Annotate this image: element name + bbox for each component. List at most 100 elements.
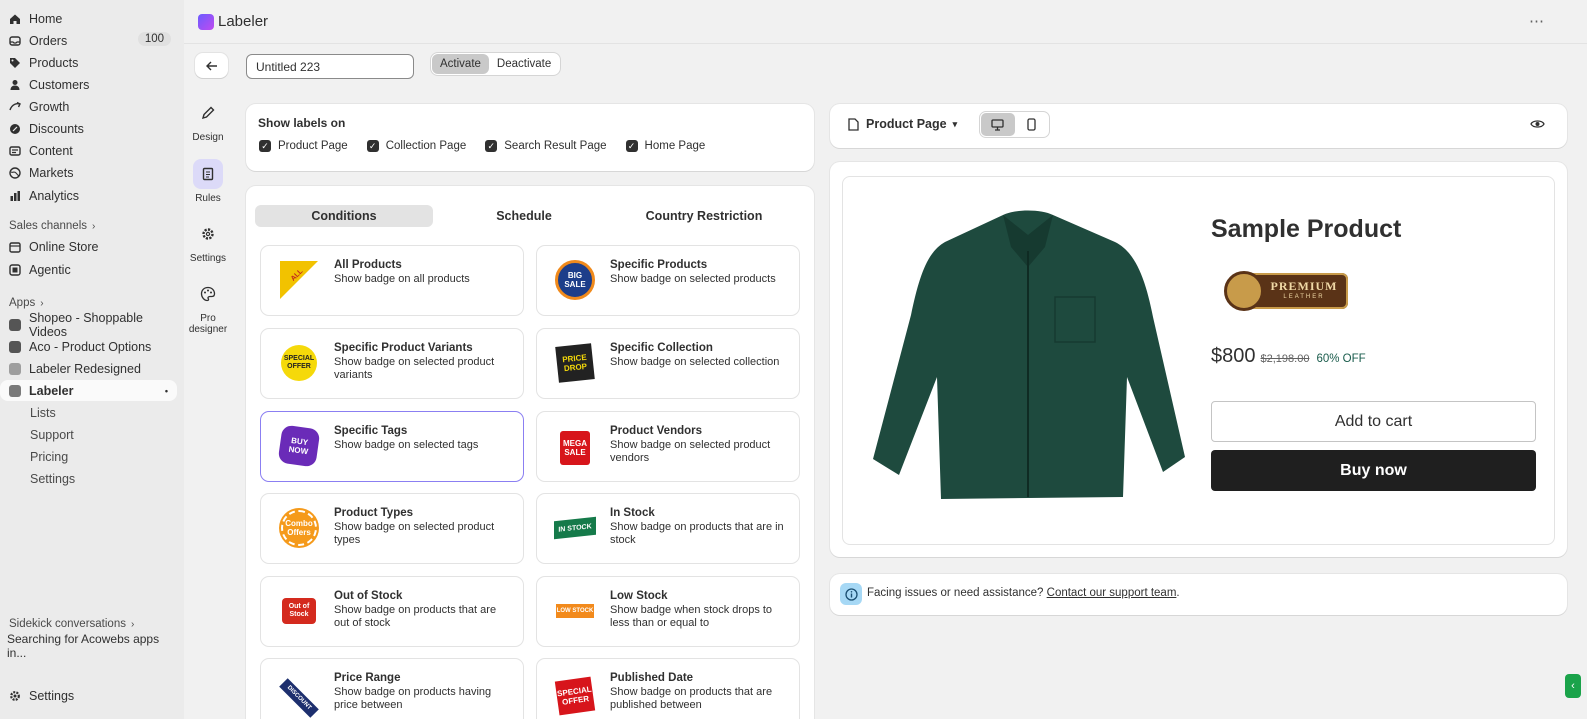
rule-published-date[interactable]: SPECIAL OFFER Published Date Show badge o… bbox=[536, 658, 800, 719]
nav-app-labeler-redesigned[interactable]: Labeler Redesigned bbox=[0, 358, 177, 379]
tab-conditions[interactable]: Conditions bbox=[255, 205, 433, 227]
desktop-view-button[interactable] bbox=[981, 113, 1015, 136]
nav-app-shopeo[interactable]: Shopeo - Shoppable Videos bbox=[0, 311, 177, 339]
label-name-input[interactable] bbox=[246, 54, 414, 79]
checkbox-product-page[interactable]: ✓ Product Page bbox=[259, 140, 348, 152]
device-toggle bbox=[979, 111, 1050, 138]
price-row: $800 $2,198.00 60% OFF bbox=[1211, 345, 1366, 368]
tag-icon bbox=[9, 57, 21, 69]
nav-markets-label: Markets bbox=[29, 165, 74, 180]
checkmark-icon: ✓ bbox=[485, 140, 498, 152]
nav-app-aco-label: Aco - Product Options bbox=[29, 339, 152, 354]
rules-card: Conditions Schedule Country Restriction … bbox=[246, 186, 814, 719]
special-offer-tag-icon: SPECIAL OFFER bbox=[553, 671, 597, 716]
product-title: Sample Product bbox=[1211, 215, 1402, 243]
contact-support-link[interactable]: Contact our support team bbox=[1047, 587, 1177, 599]
support-text-row: Facing issues or need assistance? Contac… bbox=[867, 587, 1180, 599]
pin-icon[interactable]: • bbox=[165, 386, 168, 396]
person-icon bbox=[9, 79, 21, 91]
nav-home-label: Home bbox=[29, 11, 63, 26]
combo-offers-badge-icon: Combo Offers bbox=[277, 506, 321, 550]
nav-discounts[interactable]: Discounts bbox=[0, 118, 177, 139]
nav-online-store-label: Online Store bbox=[29, 239, 99, 254]
support-banner: Facing issues or need assistance? Contac… bbox=[830, 574, 1567, 615]
desktop-icon bbox=[991, 118, 1004, 131]
nav-settings[interactable]: Settings bbox=[0, 685, 177, 706]
rule-specific-product-variants[interactable]: SPECIAL OFFER Specific Product Variants S… bbox=[260, 328, 524, 399]
product-preview-card: Sample Product PREMIUM LEATHER $800 $2,1… bbox=[830, 162, 1567, 557]
tab-country-restriction[interactable]: Country Restriction bbox=[615, 205, 793, 227]
nav-home[interactable]: Home bbox=[0, 8, 177, 29]
rail-design-button[interactable]: Design bbox=[183, 98, 233, 143]
rule-in-stock[interactable]: IN STOCK In Stock Show badge on products… bbox=[536, 493, 800, 564]
rule-out-of-stock[interactable]: Out of Stock Out of Stock Show badge on p… bbox=[260, 576, 524, 647]
sales-channels-heading[interactable]: Sales channels › bbox=[9, 220, 95, 232]
tab-schedule[interactable]: Schedule bbox=[435, 205, 613, 227]
nav-app-labeler[interactable]: Labeler • bbox=[0, 380, 177, 401]
nav-analytics[interactable]: Analytics bbox=[0, 185, 177, 206]
rail-pro-designer-button[interactable]: Pro designer bbox=[183, 279, 233, 335]
rail-designer-label: designer bbox=[188, 324, 228, 335]
all-products-badge-icon: ALL bbox=[277, 258, 321, 302]
nav-sub-pricing[interactable]: Pricing bbox=[0, 446, 177, 467]
page-icon bbox=[848, 117, 859, 131]
inbox-icon bbox=[9, 35, 21, 47]
nav-agentic[interactable]: Agentic bbox=[0, 259, 177, 280]
preview-toolbar-card: Product Page ▾ bbox=[830, 104, 1567, 148]
agentic-icon bbox=[9, 263, 21, 276]
content-icon bbox=[9, 145, 21, 157]
page-type-select[interactable]: Product Page ▾ bbox=[848, 117, 957, 131]
low-stock-badge-icon: LOW STOCK bbox=[553, 589, 597, 633]
checkmark-icon: ✓ bbox=[366, 140, 379, 152]
rule-price-range[interactable]: DISCOUNT Price Range Show badge on produ… bbox=[260, 658, 524, 719]
compare-price: $2,198.00 bbox=[1260, 353, 1310, 365]
pencil-icon bbox=[193, 98, 223, 128]
rule-low-stock[interactable]: LOW STOCK Low Stock Show badge when stoc… bbox=[536, 576, 800, 647]
nav-content[interactable]: Content bbox=[0, 140, 177, 161]
nav-app-aco[interactable]: Aco - Product Options bbox=[0, 336, 177, 357]
rule-specific-collection[interactable]: PRICE DROP Specific Collection Show badge… bbox=[536, 328, 800, 399]
checkbox-home-page[interactable]: ✓ Home Page bbox=[625, 140, 705, 152]
back-button[interactable] bbox=[195, 53, 228, 78]
nav-app-labeler-redesigned-label: Labeler Redesigned bbox=[29, 361, 141, 376]
labeler-logo-icon bbox=[198, 14, 214, 30]
nav-growth[interactable]: Growth bbox=[0, 96, 177, 117]
nav-settings-label: Settings bbox=[29, 688, 75, 703]
home-icon bbox=[9, 13, 21, 25]
deactivate-button[interactable]: Deactivate bbox=[489, 54, 559, 74]
rail-rules-button[interactable]: Rules bbox=[183, 159, 233, 204]
nav-sub-support[interactable]: Support bbox=[0, 424, 177, 445]
activate-button[interactable]: Activate bbox=[432, 54, 489, 74]
nav-customers-label: Customers bbox=[29, 77, 90, 92]
add-to-cart-button[interactable]: Add to cart bbox=[1211, 401, 1536, 442]
nav-customers[interactable]: Customers bbox=[0, 74, 177, 95]
rule-all-products[interactable]: ALL All Products Show badge on all produ… bbox=[260, 245, 524, 316]
nav-products[interactable]: Products bbox=[0, 52, 177, 73]
buy-now-badge-icon: BUY NOW bbox=[277, 424, 321, 468]
nav-online-store[interactable]: Online Store bbox=[0, 236, 177, 257]
mobile-view-button[interactable] bbox=[1015, 113, 1049, 136]
nav-markets[interactable]: Markets bbox=[0, 162, 177, 183]
rule-product-types[interactable]: Combo Offers Product Types Show badge on … bbox=[260, 493, 524, 564]
more-options-icon[interactable]: ⋯ bbox=[1529, 12, 1545, 30]
rule-product-vendors[interactable]: MEGA SALE Product Vendors Show badge on s… bbox=[536, 411, 800, 482]
arrow-left-icon bbox=[205, 61, 217, 70]
rule-specific-products[interactable]: BIG SALE Specific Products Show badge on … bbox=[536, 245, 800, 316]
buy-now-button[interactable]: Buy now bbox=[1211, 450, 1536, 491]
rule-tabs: Conditions Schedule Country Restriction bbox=[255, 205, 800, 227]
nav-sub-settings[interactable]: Settings bbox=[0, 468, 177, 489]
rail-settings-button[interactable]: Settings bbox=[183, 219, 233, 264]
nav-sub-lists[interactable]: Lists bbox=[0, 402, 177, 423]
nav-orders[interactable]: Orders 100 bbox=[0, 30, 177, 51]
checkbox-collection-page[interactable]: ✓ Collection Page bbox=[366, 140, 466, 152]
sidekick-conversation[interactable]: Searching for Acowebs apps in... bbox=[0, 632, 177, 660]
rule-specific-tags[interactable]: BUY NOW Specific Tags Show badge on selec… bbox=[260, 411, 524, 482]
eye-icon[interactable] bbox=[1530, 118, 1545, 133]
sidekick-heading[interactable]: Sidekick conversations › bbox=[9, 618, 134, 630]
checkbox-search-result-page[interactable]: ✓ Search Result Page bbox=[485, 140, 607, 152]
app-header: Labeler ⋯ bbox=[184, 0, 1587, 44]
nav-products-label: Products bbox=[29, 55, 79, 70]
chevron-left-icon[interactable]: ‹ bbox=[1565, 674, 1581, 698]
apps-heading[interactable]: Apps › bbox=[9, 297, 44, 309]
analytics-icon bbox=[9, 190, 21, 202]
